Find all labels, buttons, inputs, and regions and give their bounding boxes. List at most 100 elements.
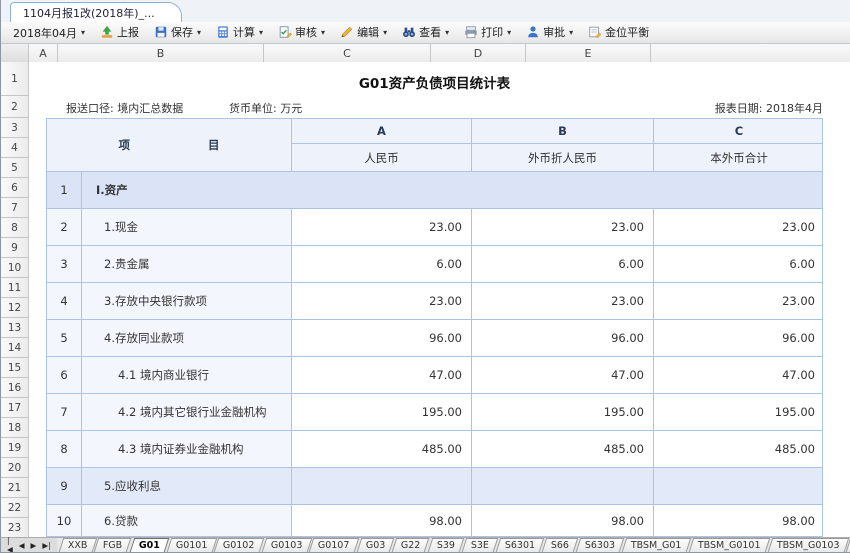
table-row-4-item[interactable]: 3.存放中央银行款项 — [82, 283, 292, 320]
sheet-tab-G01[interactable]: G01 — [129, 538, 169, 552]
table-row-2-item[interactable]: 1.现金 — [82, 209, 292, 246]
sheet-tab-S6301[interactable]: S6301 — [496, 538, 545, 552]
sheet-nav-last-icon[interactable]: ▶| — [39, 541, 53, 550]
column-header-C[interactable]: C — [264, 44, 431, 62]
document-tab[interactable]: 1104月报1改(2018年)_... — [10, 2, 182, 23]
row-header-3[interactable]: 3 — [1, 118, 29, 138]
sheet-nav-first-icon[interactable]: |◀ — [4, 536, 16, 553]
approve-button[interactable]: 审批▾ — [520, 22, 579, 42]
row-header-7[interactable]: 7 — [1, 198, 29, 218]
table-row-4-value-1[interactable]: 23.00 — [292, 283, 472, 320]
table-row-2-value-3[interactable]: 23.00 — [654, 209, 823, 246]
table-row-6-value-3[interactable]: 47.00 — [654, 357, 823, 394]
edit-button[interactable]: 编辑▾ — [334, 22, 393, 42]
row-header-10[interactable]: 10 — [1, 258, 29, 278]
table-row-7-value-2[interactable]: 195.00 — [472, 394, 654, 431]
table-row-7-number[interactable]: 7 — [47, 394, 82, 431]
sheet-tab-G0102[interactable]: G0102 — [214, 538, 264, 552]
table-row-10-item[interactable]: 6.贷款 — [82, 505, 292, 537]
sheet-nav-prev-icon[interactable]: ◀ — [16, 541, 28, 550]
table-row-5-item[interactable]: 4.存放同业款项 — [82, 320, 292, 357]
row-header-14[interactable]: 14 — [1, 338, 29, 358]
sheet-tab-XXB[interactable]: XXB — [58, 538, 96, 552]
sheet-tab-G03[interactable]: G03 — [356, 538, 394, 552]
save-button[interactable]: 保存▾ — [148, 22, 207, 42]
table-row-2-number[interactable]: 2 — [47, 209, 82, 246]
sheet-tab-S66[interactable]: S66 — [542, 538, 579, 552]
table-row-8-value-2[interactable]: 485.00 — [472, 431, 654, 468]
table-row-3-value-3[interactable]: 6.00 — [654, 246, 823, 283]
sheet-tab-TBSM_G01[interactable]: TBSM_G01 — [622, 538, 691, 552]
row-header-8[interactable]: 8 — [1, 218, 29, 238]
grid-corner-cell[interactable] — [1, 44, 29, 62]
row-header-21[interactable]: 21 — [1, 478, 29, 498]
period-dropdown[interactable]: 2018年04月 ▾ — [7, 23, 91, 43]
row-header-18[interactable]: 18 — [1, 418, 29, 438]
sheet-tab-TBSM_G0101[interactable]: TBSM_G0101 — [689, 538, 770, 552]
table-row-6-value-2[interactable]: 47.00 — [472, 357, 654, 394]
table-row-8-value-1[interactable]: 485.00 — [292, 431, 472, 468]
table-row-9-value-3[interactable] — [654, 468, 823, 505]
sheet-tab-G0103[interactable]: G0103 — [261, 538, 311, 552]
submit-button[interactable]: 上报 — [94, 22, 145, 42]
table-row-5-number[interactable]: 5 — [47, 320, 82, 357]
table-row-2-value-1[interactable]: 23.00 — [292, 209, 472, 246]
row-header-11[interactable]: 11 — [1, 278, 29, 298]
row-header-4[interactable]: 4 — [1, 138, 29, 158]
sheet-tab-G0101[interactable]: G0101 — [166, 538, 216, 552]
table-row-10-value-1[interactable]: 98.00 — [292, 505, 472, 537]
row-header-5[interactable]: 5 — [1, 158, 29, 178]
table-row-7-item[interactable]: 4.2 境内其它银行业金融机构 — [82, 394, 292, 431]
table-row-10-value-3[interactable]: 98.00 — [654, 505, 823, 537]
row-header-6[interactable]: 6 — [1, 178, 29, 198]
sheet-nav-next-icon[interactable]: ▶ — [28, 541, 40, 550]
row-header-19[interactable]: 19 — [1, 438, 29, 458]
row-header-2[interactable]: 2 — [1, 96, 29, 118]
table-row-7-value-1[interactable]: 195.00 — [292, 394, 472, 431]
table-row-1-number[interactable]: 1 — [47, 172, 82, 209]
audit-button[interactable]: 审核▾ — [272, 22, 331, 42]
column-header-E[interactable]: E — [526, 44, 651, 62]
column-header-A[interactable]: A — [29, 44, 58, 62]
row-header-9[interactable]: 9 — [1, 238, 29, 258]
table-row-3-item[interactable]: 2.贵金属 — [82, 246, 292, 283]
table-row-8-item[interactable]: 4.3 境内证券业金融机构 — [82, 431, 292, 468]
table-row-4-value-3[interactable]: 23.00 — [654, 283, 823, 320]
table-row-5-value-3[interactable]: 96.00 — [654, 320, 823, 357]
table-row-1-item[interactable]: Ⅰ.资产 — [82, 172, 823, 209]
column-header-D[interactable]: D — [431, 44, 526, 62]
column-header-B[interactable]: B — [58, 44, 264, 62]
table-row-9-value-1[interactable] — [292, 468, 472, 505]
table-row-9-value-2[interactable] — [472, 468, 654, 505]
table-row-6-number[interactable]: 6 — [47, 357, 82, 394]
table-row-8-number[interactable]: 8 — [47, 431, 82, 468]
table-row-6-item[interactable]: 4.1 境内商业银行 — [82, 357, 292, 394]
table-row-7-value-3[interactable]: 195.00 — [654, 394, 823, 431]
calculate-button[interactable]: 计算▾ — [210, 22, 269, 42]
table-row-10-number[interactable]: 10 — [47, 505, 82, 537]
row-header-15[interactable]: 15 — [1, 358, 29, 378]
table-row-5-value-2[interactable]: 96.00 — [472, 320, 654, 357]
print-button[interactable]: 打印▾ — [458, 22, 517, 42]
row-header-20[interactable]: 20 — [1, 458, 29, 478]
table-row-3-number[interactable]: 3 — [47, 246, 82, 283]
row-header-22[interactable]: 22 — [1, 498, 29, 518]
table-row-4-value-2[interactable]: 23.00 — [472, 283, 654, 320]
table-row-6-value-1[interactable]: 47.00 — [292, 357, 472, 394]
sheet-tab-TBSM_G0103[interactable]: TBSM_G0103 — [767, 538, 848, 552]
sheet-tab-S39[interactable]: S39 — [427, 538, 464, 552]
balance-button[interactable]: 金位平衡 — [582, 22, 655, 42]
sheet-tab-FGB[interactable]: FGB — [94, 538, 132, 552]
table-row-8-value-3[interactable]: 485.00 — [654, 431, 823, 468]
row-header-17[interactable]: 17 — [1, 398, 29, 418]
table-row-4-number[interactable]: 4 — [47, 283, 82, 320]
sheet-tab-G22[interactable]: G22 — [392, 538, 430, 552]
sheet-tab-S3E[interactable]: S3E — [461, 538, 498, 552]
row-header-1[interactable]: 1 — [1, 62, 29, 96]
table-row-3-value-2[interactable]: 6.00 — [472, 246, 654, 283]
table-row-9-item[interactable]: 5.应收利息 — [82, 468, 292, 505]
row-header-16[interactable]: 16 — [1, 378, 29, 398]
table-row-2-value-2[interactable]: 23.00 — [472, 209, 654, 246]
view-button[interactable]: 查看▾ — [396, 22, 455, 42]
sheet-tab-G0107[interactable]: G0107 — [309, 538, 359, 552]
